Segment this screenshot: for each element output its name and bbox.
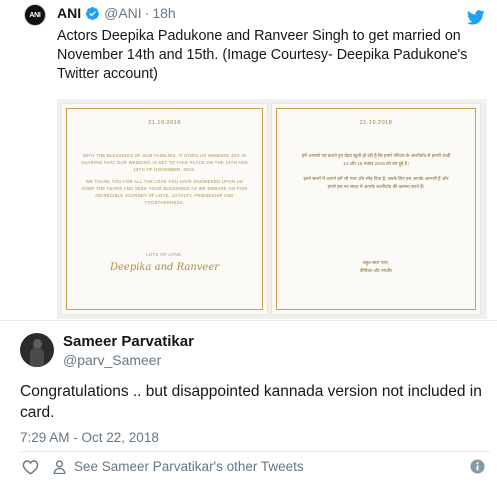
card-date: 21.10.2018 [359,120,393,126]
see-other-tweets-link[interactable]: See Sameer Parvatikar's other Tweets [74,459,304,474]
author-name[interactable]: ANI [57,5,81,21]
twitter-bird-icon[interactable] [467,10,485,25]
gold-frame [66,108,263,310]
card-body: हमें आपको यह बताते हुए बेहद ख़ुशी हो रही… [300,152,452,190]
tweet-time[interactable]: 18h [152,5,175,21]
quoted-tweet-header: ANI @ANI · 18h [57,5,176,21]
verified-badge-icon [86,6,100,20]
reply-timestamp[interactable]: 7:29 AM - Oct 22, 2018 [20,430,159,445]
card-closing: LOTS OF LOVE, [146,252,183,257]
card-paragraph: WITH THE BLESSINGS OF OUR FAMILIES, IT G… [81,153,248,172]
avatar-body [30,348,44,367]
reply-author-handle[interactable]: @parv_Sameer [63,352,161,368]
quoted-tweet[interactable]: ANI ANI @ANI · 18h Actors Deepika Paduko… [0,0,497,320]
card-paragraph: हमें आपको यह बताते हुए बेहद ख़ुशी हो रही… [301,153,451,166]
tweet-divider [0,320,497,321]
person-icon [53,460,66,474]
reply-author-avatar[interactable] [20,333,54,367]
heart-icon[interactable] [22,459,39,475]
actions-divider [20,451,490,452]
wedding-announcement-image[interactable]: 21.10.2018 WITH THE BLESSINGS OF OUR FAM… [57,99,487,319]
author-handle[interactable]: @ANI [104,5,142,21]
card-paragraph: इतने सालों में आपने हमें जो प्यार और स्न… [303,176,449,189]
card-paragraph: WE THANK YOU FOR ALL THE LOVE YOU HAVE S… [81,179,248,205]
reply-author-name[interactable]: Sameer Parvatikar [63,333,194,350]
gold-frame [276,108,476,310]
hindi-announcement-card: 21.10.2018 हमें आपको यह बताते हुए बेहद ख… [272,104,480,314]
card-signature: दीपिका और रणवीर [359,267,393,273]
separator-dot: · [144,5,150,21]
card-closing: बहुत सारा प्यार, [363,260,389,265]
avatar-logo-text: ANI [29,11,41,19]
reply-tweet-text: Congratulations .. but disappointed kann… [20,383,482,421]
tweet-actions: See Sameer Parvatikar's other Tweets [20,458,487,478]
card-closing-block: बहुत सारा प्यार, दीपिका और रणवीर [272,259,480,274]
quoted-tweet-text: Actors Deepika Padukone and Ranveer Sing… [57,28,468,82]
card-body: WITH THE BLESSINGS OF OUR FAMILIES, IT G… [80,152,249,206]
card-signature: Deepika and Ranveer [109,262,220,273]
english-announcement-card: 21.10.2018 WITH THE BLESSINGS OF OUR FAM… [62,104,267,314]
card-date: 21.10.2018 [148,120,181,126]
info-icon[interactable] [470,459,485,474]
ani-avatar[interactable]: ANI [24,4,46,26]
